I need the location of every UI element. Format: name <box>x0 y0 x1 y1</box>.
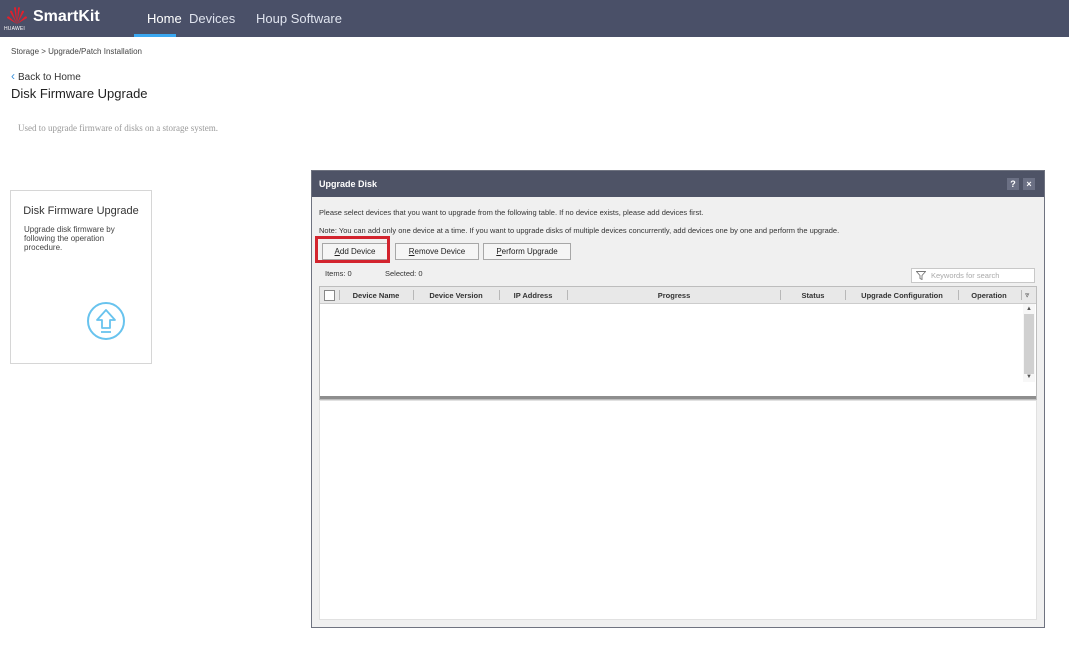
column-device-version[interactable]: Device Version <box>416 291 496 300</box>
back-to-home-link[interactable]: ‹ Back to Home <box>11 69 81 83</box>
scroll-down-icon[interactable]: ▼ <box>1026 374 1032 380</box>
dialog-title: Upgrade Disk <box>319 179 378 189</box>
perform-upgrade-label: erform Upgrade <box>501 247 558 256</box>
logo-text: HUAWEI <box>4 26 26 32</box>
column-progress[interactable]: Progress <box>570 291 778 300</box>
page-title: Disk Firmware Upgrade <box>11 86 148 101</box>
page-description: Used to upgrade firmware of disks on a s… <box>18 123 218 133</box>
help-icon[interactable]: ? <box>1007 178 1019 190</box>
scroll-up-icon[interactable]: ▲ <box>1026 306 1032 312</box>
column-operation[interactable]: Operation <box>961 291 1017 300</box>
breadcrumb: Storage > Upgrade/Patch Installation <box>11 47 142 56</box>
column-upgrade-configuration[interactable]: Upgrade Configuration <box>848 291 956 300</box>
select-all-checkbox[interactable] <box>324 290 335 301</box>
scrollbar-thumb[interactable] <box>1024 314 1034 374</box>
perform-upgrade-button[interactable]: Perform Upgrade <box>483 243 571 260</box>
close-icon[interactable]: × <box>1023 178 1035 190</box>
search-placeholder: Keywords for search <box>931 271 1000 280</box>
note-text: Note: You can add only one device at a t… <box>319 226 840 235</box>
nav-home[interactable]: Home <box>147 11 182 26</box>
column-separator <box>845 290 846 300</box>
detail-panel <box>319 400 1037 620</box>
column-separator <box>780 290 781 300</box>
dialog-body: Please select devices that you want to u… <box>312 197 1044 627</box>
upload-arrow-icon[interactable] <box>86 301 126 341</box>
column-device-name[interactable]: Device Name <box>342 291 410 300</box>
column-menu-icon[interactable]: ⩔ <box>1025 290 1030 300</box>
vertical-scrollbar[interactable]: ▲ ▼ <box>1023 304 1035 382</box>
items-count: Items: 0 <box>325 269 352 278</box>
filter-search-icon <box>916 271 926 280</box>
card-description: Upgrade disk firmware by following the o… <box>24 225 115 252</box>
table-header: Device Name Device Version IP Address Pr… <box>320 287 1036 304</box>
column-status[interactable]: Status <box>783 291 843 300</box>
nav-devices[interactable]: Devices <box>189 11 235 26</box>
search-input[interactable]: Keywords for search <box>911 268 1035 283</box>
column-ip-address[interactable]: IP Address <box>502 291 564 300</box>
column-separator <box>958 290 959 300</box>
remove-device-button[interactable]: Remove Device <box>395 243 479 260</box>
device-table: Device Name Device Version IP Address Pr… <box>319 286 1037 400</box>
remove-device-label: emove Device <box>414 247 466 256</box>
selected-count: Selected: 0 <box>385 269 423 278</box>
brand-name: SmartKit <box>33 8 100 25</box>
column-separator <box>1021 290 1022 300</box>
column-separator <box>339 290 340 300</box>
disk-firmware-upgrade-card[interactable]: Disk Firmware Upgrade Upgrade disk firmw… <box>10 190 152 364</box>
nav-active-indicator <box>134 34 176 37</box>
add-device-highlight <box>315 236 390 263</box>
card-title: Disk Firmware Upgrade <box>23 205 139 217</box>
upgrade-disk-dialog: Upgrade Disk ? × Please select devices t… <box>311 170 1045 628</box>
top-navigation-bar: HUAWEI SmartKit Home Devices Houp Softwa… <box>0 0 1069 37</box>
nav-houp-software[interactable]: Houp Software <box>256 11 342 26</box>
instruction-text: Please select devices that you want to u… <box>319 208 704 217</box>
column-separator <box>567 290 568 300</box>
panel-splitter[interactable] <box>320 396 1036 399</box>
chevron-left-icon: ‹ <box>11 69 15 83</box>
column-separator <box>413 290 414 300</box>
back-label[interactable]: Back to Home <box>18 72 81 83</box>
dialog-header: Upgrade Disk ? × <box>312 171 1044 197</box>
column-separator <box>499 290 500 300</box>
